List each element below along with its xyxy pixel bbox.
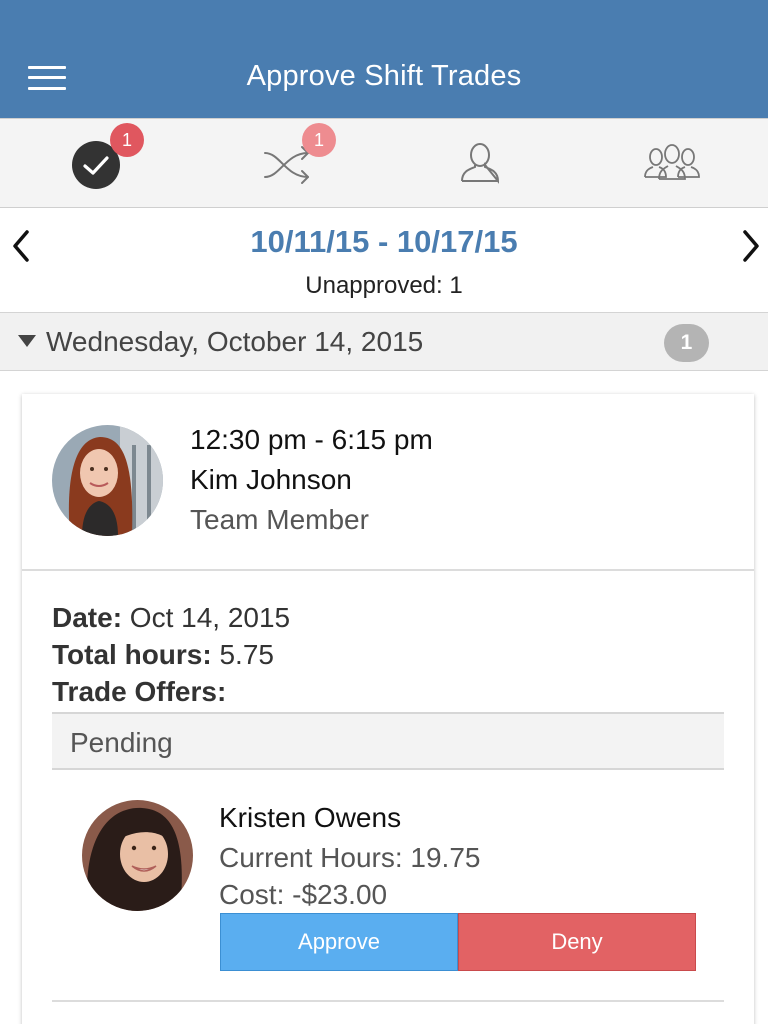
shift-date-value: Oct 14, 2015 bbox=[129, 602, 291, 633]
divider bbox=[22, 569, 754, 571]
tab-group[interactable] bbox=[612, 119, 732, 207]
tab-person[interactable] bbox=[420, 119, 540, 207]
avatar bbox=[52, 425, 163, 536]
offer-cost: Cost: -$23.00 bbox=[219, 879, 388, 910]
unapproved-count: Unapproved: 1 bbox=[305, 272, 463, 299]
day-count-badge: 1 bbox=[664, 324, 709, 362]
page-title: Approve Shift Trades bbox=[246, 60, 522, 92]
group-icon bbox=[644, 144, 700, 180]
day-section-header[interactable]: Wednesday, October 14, 2015 1 bbox=[0, 312, 768, 371]
person-icon bbox=[461, 143, 500, 184]
shift-card: 12:30 pm - 6:15 pm Kim Johnson Team Memb… bbox=[22, 394, 754, 1024]
avatar bbox=[82, 800, 193, 911]
total-hours-label: Total hours: bbox=[52, 639, 212, 670]
pending-section-header: Pending bbox=[52, 712, 724, 770]
divider bbox=[52, 1000, 724, 1002]
tab-bar: 1 1 bbox=[0, 118, 768, 208]
tab-approve[interactable]: 1 bbox=[36, 119, 156, 207]
shift-date-label: Date: bbox=[52, 602, 123, 633]
caret-down-icon bbox=[18, 335, 36, 347]
employee-name: Kim Johnson bbox=[190, 464, 352, 495]
employee-role: Team Member bbox=[190, 504, 369, 535]
deny-button[interactable]: Deny bbox=[458, 913, 696, 971]
day-label: Wednesday, October 14, 2015 bbox=[46, 326, 424, 357]
date-navigator: 10/11/15 - 10/17/15 Unapproved: 1 bbox=[0, 208, 768, 312]
tab-badge: 1 bbox=[110, 123, 144, 157]
chevron-right-icon[interactable] bbox=[736, 226, 766, 266]
pending-label: Pending bbox=[70, 727, 173, 758]
total-hours-row: Total hours: 5.75 bbox=[52, 639, 274, 671]
trade-offers-row: Trade Offers: bbox=[52, 676, 226, 708]
tab-trades[interactable]: 1 bbox=[228, 119, 348, 207]
offer-current-hours: Current Hours: 19.75 bbox=[219, 842, 481, 873]
tab-badge: 1 bbox=[302, 123, 336, 157]
shift-date-row: Date: Oct 14, 2015 bbox=[52, 602, 290, 634]
date-range: 10/11/15 - 10/17/15 bbox=[250, 224, 518, 259]
offer-employee-name: Kristen Owens bbox=[219, 802, 402, 833]
approve-button[interactable]: Approve bbox=[220, 913, 458, 971]
shift-time: 12:30 pm - 6:15 pm bbox=[190, 424, 433, 455]
app-header: Approve Shift Trades bbox=[0, 0, 768, 118]
total-hours-value: 5.75 bbox=[219, 639, 274, 670]
trade-offers-label: Trade Offers: bbox=[52, 676, 227, 707]
